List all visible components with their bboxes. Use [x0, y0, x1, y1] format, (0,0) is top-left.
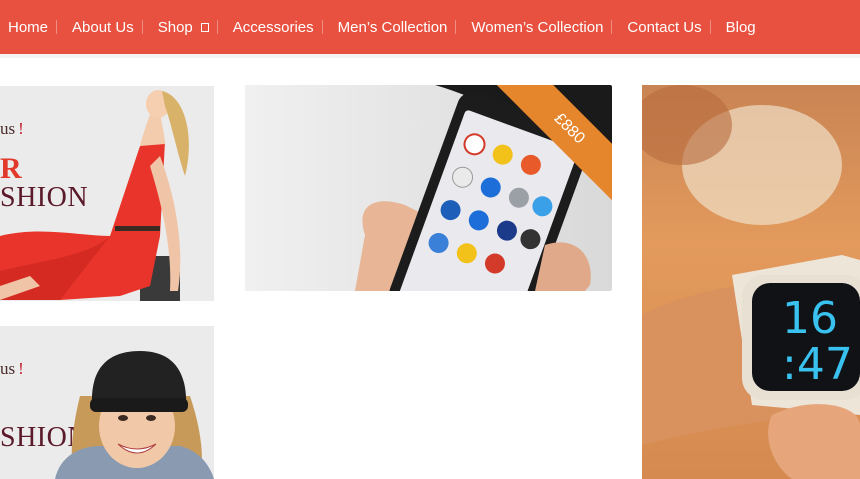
- dropdown-icon: [200, 22, 209, 32]
- nav-shadow: [0, 54, 860, 58]
- product-card-watch[interactable]: 16 :47: [642, 85, 860, 479]
- model-red-dress-image: [0, 90, 189, 301]
- watch-time-minutes: :47: [782, 339, 853, 390]
- nav-about-us[interactable]: About Us: [63, 0, 143, 54]
- nav-mens-collection[interactable]: Men’s Collection: [329, 0, 457, 54]
- nav-shop[interactable]: Shop: [149, 0, 218, 54]
- nav-home[interactable]: Home: [0, 0, 58, 54]
- model-beanie-image: [55, 351, 214, 479]
- nav-blog[interactable]: Blog: [717, 0, 765, 54]
- nav-shop-label: Shop: [157, 18, 193, 36]
- nav-contact-us[interactable]: Contact Us: [618, 0, 711, 54]
- nav-womens-collection[interactable]: Women’s Collection: [462, 0, 613, 54]
- nav-accessories[interactable]: Accessories: [224, 0, 323, 54]
- promo-banner-red-dress[interactable]: us! R SHION: [0, 86, 214, 301]
- smartwatch-product-image: [642, 85, 860, 479]
- watch-time-hours: 16: [782, 293, 838, 344]
- product-card-phone[interactable]: £880: [245, 85, 612, 291]
- promo-banner-beanie[interactable]: us! SHION: [0, 326, 214, 479]
- main-nav: Home About Us Shop Accessories Men’s Col…: [0, 0, 860, 54]
